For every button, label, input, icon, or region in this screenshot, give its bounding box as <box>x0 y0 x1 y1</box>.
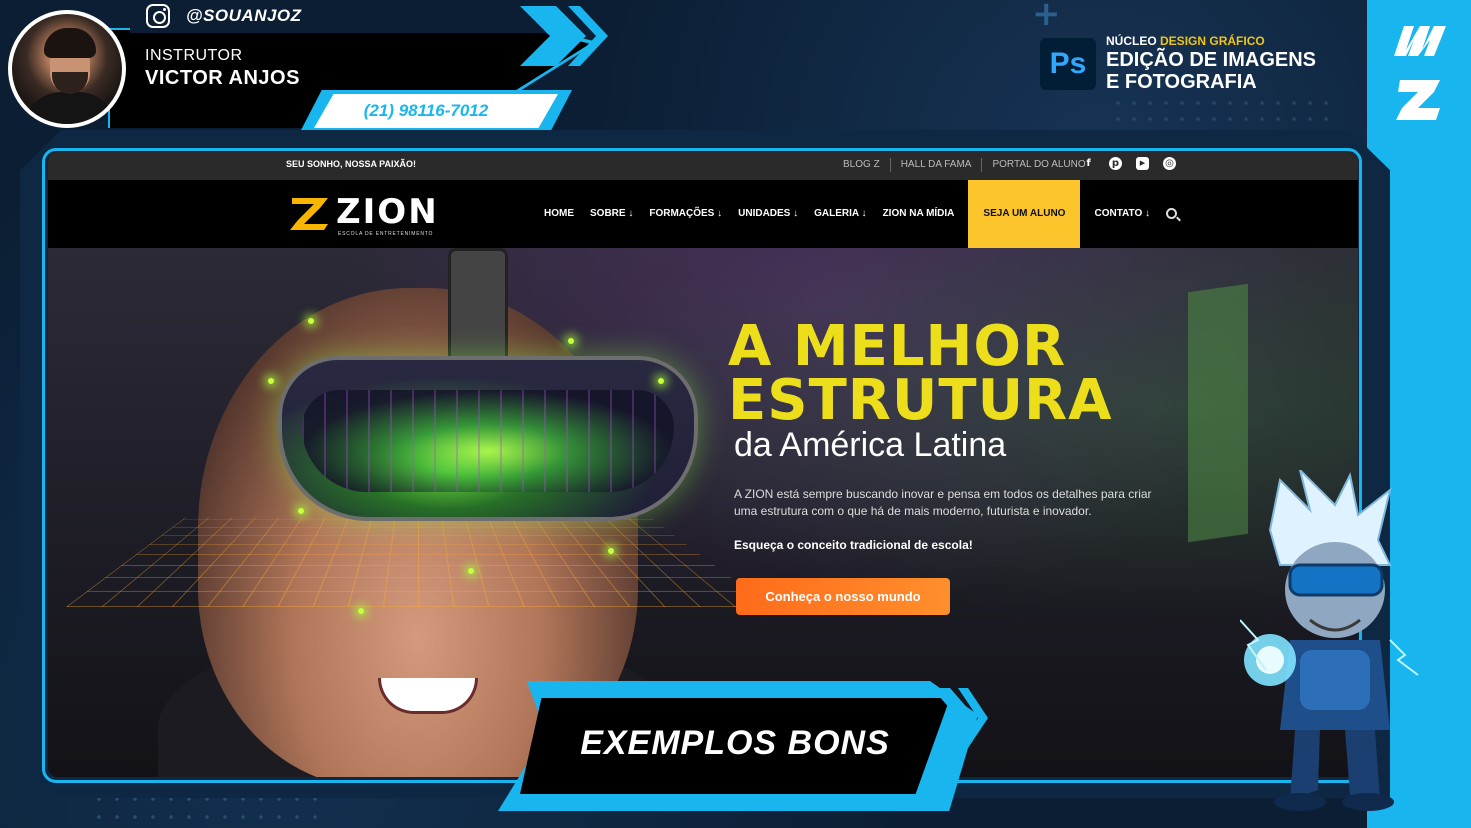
instructor-name: VICTOR ANJOS <box>145 67 300 89</box>
course-prefix: NÚCLEO <box>1106 34 1157 48</box>
course-title-line2: E FOTOGRAFIA <box>1106 71 1257 93</box>
chevron-decoration-icon <box>520 6 608 66</box>
brand-logo-icon <box>1394 26 1446 120</box>
plus-decoration: + <box>1032 0 1061 34</box>
mascot-character-icon <box>1240 470 1419 811</box>
chevron-decoration-icon <box>932 688 988 748</box>
course-title-line1: EDIÇÃO DE IMAGENS <box>1106 49 1317 71</box>
instagram-handle: @SOUANJOZ <box>186 6 302 25</box>
phone-number: (21) 98116-7012 <box>363 101 489 120</box>
banner-title: EXEMPLOS BONS <box>580 724 890 762</box>
avatar <box>8 10 126 128</box>
photoshop-icon: Ps <box>1040 38 1096 90</box>
course-highlight: DESIGN GRÁFICO <box>1160 34 1265 48</box>
instagram-icon <box>146 4 170 28</box>
course-title: EDIÇÃO DE IMAGENS E FOTOGRAFIA <box>1106 49 1316 93</box>
instructor-label: INSTRUTOR <box>145 47 243 64</box>
course-category: NÚCLEO DESIGN GRÁFICO <box>1106 34 1265 48</box>
